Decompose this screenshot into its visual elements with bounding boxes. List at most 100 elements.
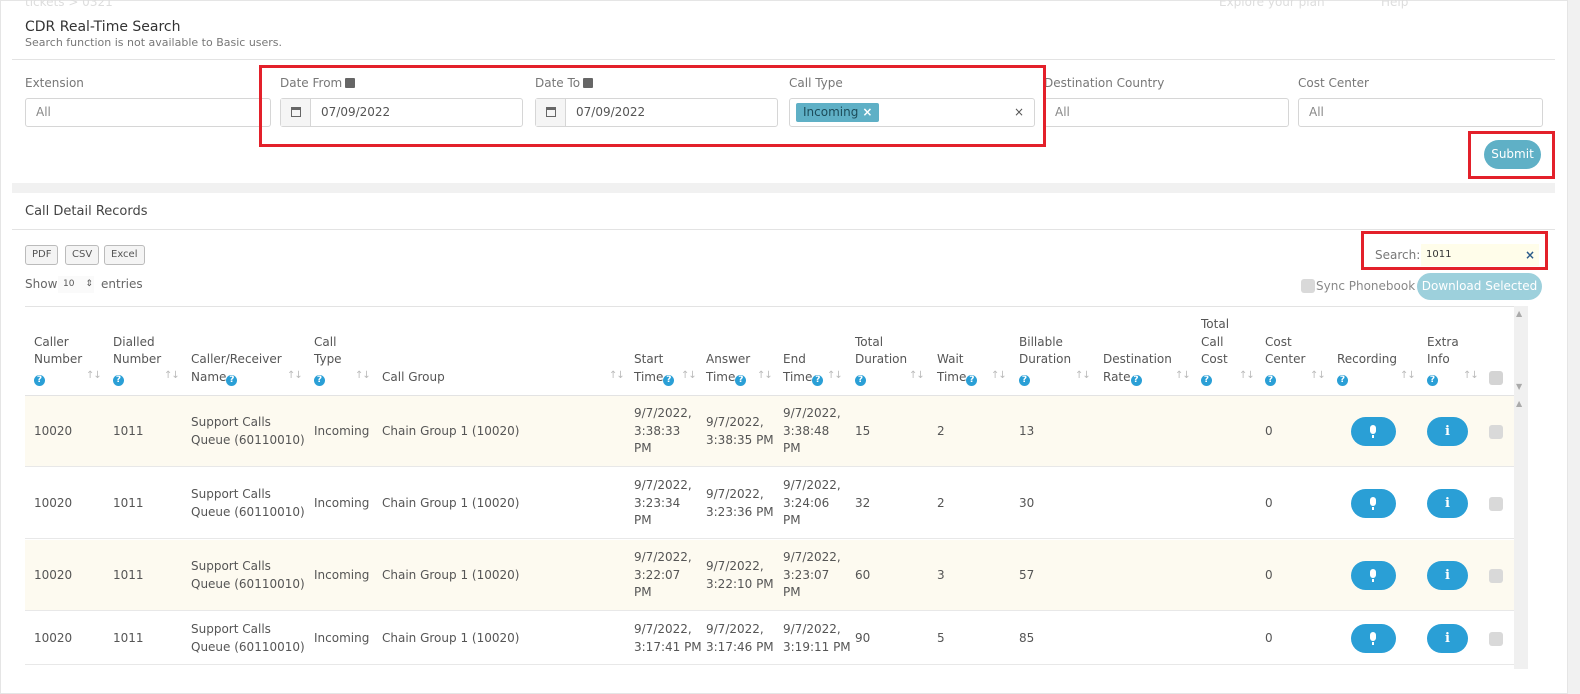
caller-number-cell: 10020 <box>34 630 73 645</box>
column-header-call-type[interactable]: Call Type? <box>314 334 342 387</box>
scroll-down-icon[interactable]: ▼ <box>1516 382 1522 391</box>
column-header-call-group[interactable]: Call Group <box>382 369 445 387</box>
caller-number-cell: 10020 <box>34 495 73 510</box>
scroll-up-icon[interactable]: ▲ <box>1516 309 1522 318</box>
cost-center-cell: 0 <box>1265 630 1273 645</box>
start-time-cell: 9/7/2022, 3:38:33 PM <box>634 406 692 456</box>
answer-time-cell: 9/7/2022, 3:17:46 PM <box>706 622 774 654</box>
sort-icon[interactable]: ↑↓ <box>355 370 371 381</box>
help-icon[interactable]: ? <box>113 374 124 386</box>
records-divider <box>12 229 1555 230</box>
sort-icon[interactable]: ↑↓ <box>164 370 180 381</box>
sort-icon[interactable]: ↑↓ <box>1310 370 1326 381</box>
row-select-checkbox[interactable] <box>1489 568 1503 583</box>
help-icon[interactable]: ? <box>1337 374 1348 386</box>
column-header-total-call-cost[interactable]: Total Call Cost? <box>1201 316 1229 386</box>
table-row: 10020 1011 Support Calls Queue (60110010) In… <box>25 612 1514 665</box>
sort-icon[interactable]: ↑↓ <box>681 370 697 381</box>
sort-icon[interactable]: ↑↓ <box>86 370 102 381</box>
sort-icon[interactable]: ↑↓ <box>827 370 843 381</box>
row-select-checkbox[interactable] <box>1489 496 1503 511</box>
column-header-wait-time[interactable]: Wait Time? <box>937 351 978 386</box>
help-icon[interactable]: ? <box>1265 374 1276 386</box>
call-group-cell: Chain Group 1 (10020) <box>382 567 520 582</box>
call-type-cell: Incoming <box>314 567 370 582</box>
help-icon[interactable]: ? <box>226 374 238 386</box>
row-select-checkbox[interactable] <box>1489 631 1503 646</box>
export-excel-button[interactable]: Excel <box>104 245 145 265</box>
column-header-billable-duration[interactable]: Billable Duration? <box>1019 334 1071 387</box>
column-header-recording[interactable]: Recording? <box>1337 351 1397 386</box>
sort-icon[interactable]: ↑↓ <box>609 370 625 381</box>
select-all-checkbox[interactable] <box>1489 371 1503 385</box>
help-icon[interactable]: ? <box>1130 374 1142 386</box>
help-icon[interactable]: ? <box>1019 374 1030 386</box>
column-header-destination-rate[interactable]: Destination Rate? <box>1103 351 1172 386</box>
dialled-number-cell: 1011 <box>113 423 144 438</box>
microphone-icon <box>1370 497 1376 506</box>
sort-icon[interactable]: ↑↓ <box>1400 370 1416 381</box>
column-header-caller-receiver-name[interactable]: Caller/Receiver Name? <box>191 351 282 386</box>
sort-icon[interactable]: ↑↓ <box>991 370 1007 381</box>
microphone-stem <box>1372 642 1374 645</box>
column-header-start-time[interactable]: Start Time? <box>634 351 675 386</box>
sync-phonebook-checkbox[interactable] <box>1301 279 1315 293</box>
help-icon[interactable]: ? <box>1201 374 1212 386</box>
extension-input[interactable]: All <box>25 98 271 127</box>
column-header-text: Duration <box>1019 352 1072 366</box>
column-header-text: Extra <box>1427 334 1459 349</box>
column-header-extra-info[interactable]: Extra Info? <box>1427 334 1459 387</box>
column-header-total-duration[interactable]: Total Duration? <box>855 334 907 387</box>
column-header-text: Start <box>634 352 664 366</box>
column-header-dialled-number[interactable]: Dialled Number? <box>113 334 161 387</box>
table-scrollbar[interactable] <box>1514 306 1528 669</box>
call-group-cell: Chain Group 1 (10020) <box>382 495 520 510</box>
play-recording-button[interactable] <box>1351 624 1396 653</box>
sort-icon[interactable]: ↑↓ <box>1175 370 1191 381</box>
play-recording-button[interactable] <box>1351 561 1396 590</box>
help-icon[interactable]: ? <box>812 374 824 386</box>
export-pdf-button[interactable]: PDF <box>25 245 59 265</box>
column-header-text: Info <box>1427 352 1450 366</box>
extra-info-button[interactable]: i <box>1427 417 1468 446</box>
column-header-cost-center[interactable]: Cost Center? <box>1265 334 1305 387</box>
help-icon[interactable]: ? <box>314 374 325 386</box>
column-header-end-time[interactable]: End Time? <box>783 351 824 386</box>
info-icon: i <box>1445 424 1450 439</box>
column-header-caller-number[interactable]: Caller Number? <box>34 334 82 387</box>
play-recording-button[interactable] <box>1351 489 1396 518</box>
column-header-text: Total <box>1201 317 1230 331</box>
sort-icon[interactable]: ↑↓ <box>1463 370 1479 381</box>
help-icon[interactable]: ? <box>1427 374 1438 386</box>
extra-info-button[interactable]: i <box>1427 489 1468 518</box>
help-icon[interactable]: ? <box>855 374 866 386</box>
column-header-text: Total <box>855 334 884 349</box>
column-header-text: Rate? <box>1103 369 1172 387</box>
extra-info-button[interactable]: i <box>1427 561 1468 590</box>
help-icon[interactable]: ? <box>735 374 747 386</box>
table-row: 10020 1011 Support Calls Queue (60110010) In… <box>25 396 1514 467</box>
microphone-icon <box>1370 569 1376 578</box>
download-selected-button[interactable]: Download Selected <box>1417 273 1542 300</box>
destination-country-input[interactable]: All <box>1044 98 1289 127</box>
row-select-checkbox[interactable] <box>1489 424 1503 439</box>
sort-icon[interactable]: ↑↓ <box>757 370 773 381</box>
page-size-select[interactable]: 10 ⇕ <box>58 276 94 293</box>
section-divider <box>12 183 1555 193</box>
info-icon: i <box>1445 631 1450 646</box>
play-recording-button[interactable] <box>1351 417 1396 446</box>
sort-icon[interactable]: ↑↓ <box>287 370 303 381</box>
help-icon[interactable]: ? <box>966 374 978 386</box>
extra-info-button[interactable]: i <box>1427 624 1468 653</box>
column-header-answer-time[interactable]: Answer Time? <box>706 351 750 386</box>
dialled-number-cell: 1011 <box>113 495 144 510</box>
sort-icon[interactable]: ↑↓ <box>1239 370 1255 381</box>
help-icon[interactable]: ? <box>34 374 45 386</box>
help-icon[interactable]: ? <box>663 374 675 386</box>
sort-icon[interactable]: ↑↓ <box>1075 370 1091 381</box>
cost-center-input[interactable]: All <box>1298 98 1543 127</box>
column-header-text: Billable <box>1019 334 1063 349</box>
export-csv-button[interactable]: CSV <box>65 245 100 265</box>
scroll-up-icon[interactable]: ▲ <box>1516 399 1522 408</box>
sort-icon[interactable]: ↑↓ <box>909 370 925 381</box>
